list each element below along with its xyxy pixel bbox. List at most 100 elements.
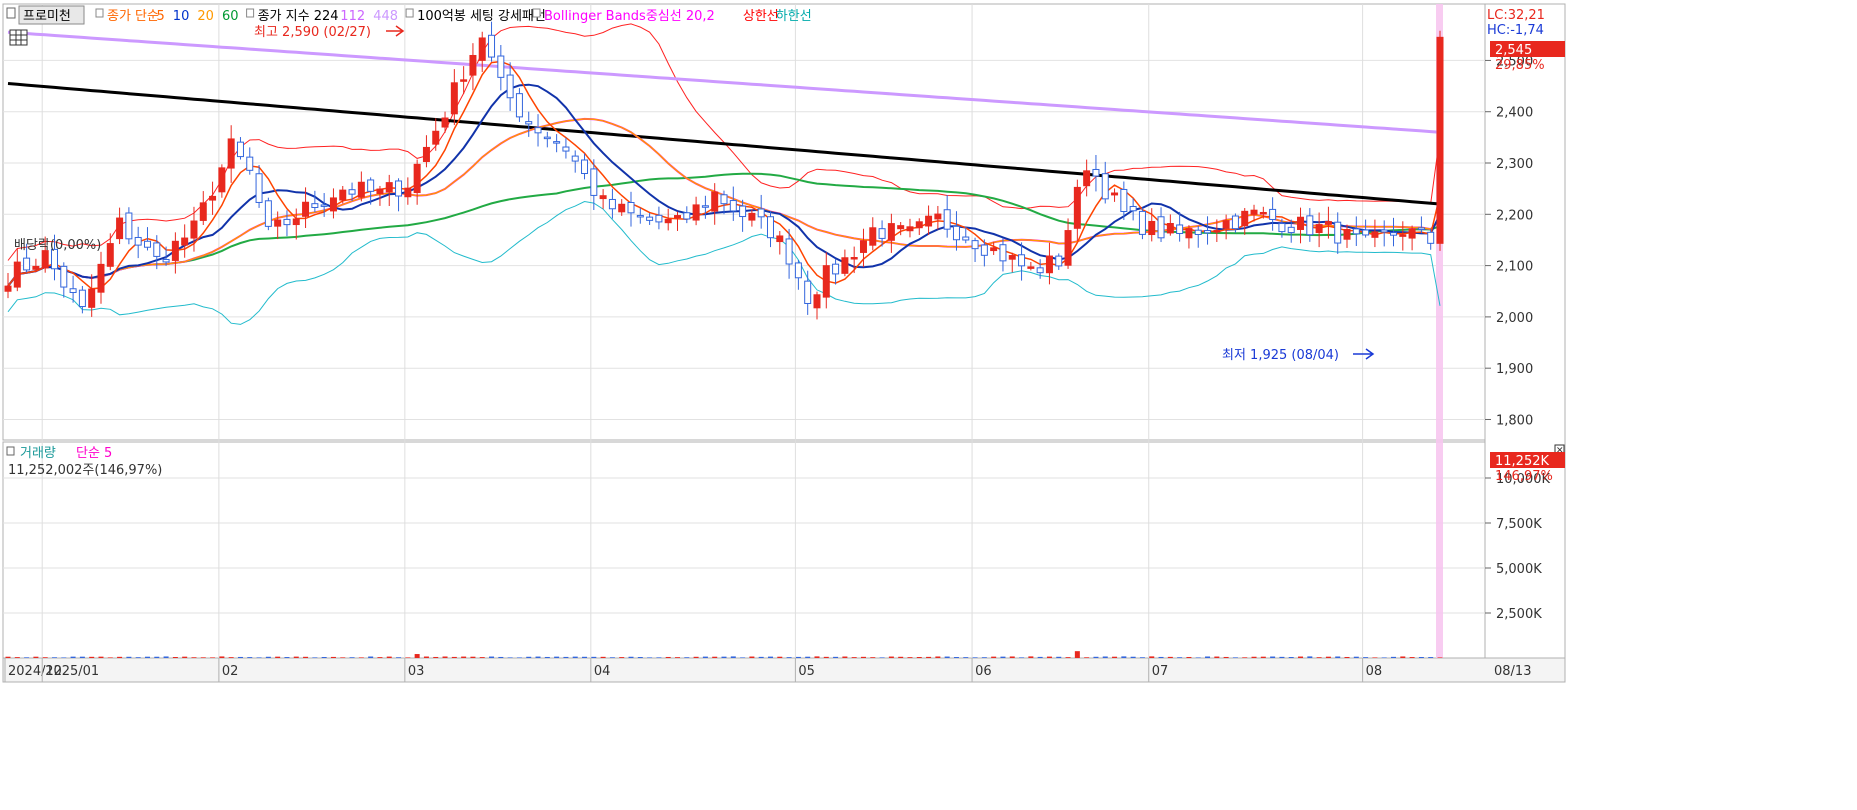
candle-body (506, 74, 514, 99)
volume-panel-frame (2, 441, 1486, 659)
candle-body (748, 212, 756, 221)
candle-body (199, 202, 207, 221)
candle-body (571, 155, 579, 162)
price-tick-label: 2,400 (1496, 106, 1533, 121)
candle-body (878, 228, 886, 239)
candle-body (422, 146, 430, 163)
volume-bar (1381, 657, 1387, 658)
volume-bar (647, 657, 653, 658)
current-price-label: 2,545 (1495, 43, 1532, 58)
volume-bar (870, 657, 876, 658)
volume-bar (470, 656, 476, 658)
candle-body (1138, 210, 1146, 235)
candle-body (627, 201, 635, 214)
current-change-label: 29,85% (1495, 58, 1545, 73)
volume-bar (247, 657, 253, 658)
candle-body (460, 79, 468, 82)
low-annotation: 최저 1,925 (08/04) (1222, 348, 1339, 363)
volume-bar (591, 656, 597, 658)
candle-body (1194, 229, 1202, 235)
legend-item: Bollinger Bands중심선 20,2 (544, 9, 715, 24)
volume-bar (42, 657, 48, 658)
volume-bar (182, 656, 188, 658)
volume-bar (1242, 657, 1248, 658)
dividend-label: 배당락(0,00%) (14, 238, 101, 253)
table-icon[interactable] (9, 29, 28, 46)
volume-bar (1149, 656, 1155, 658)
month-label: 08 (1366, 664, 1383, 679)
volume-bar (368, 656, 374, 658)
candle-body (357, 181, 365, 198)
volume-bar (1139, 657, 1145, 658)
candle-body (320, 204, 328, 207)
candle-body (1064, 230, 1072, 266)
volume-bar (210, 657, 216, 658)
candle-body (413, 163, 421, 194)
candle-body (376, 188, 384, 194)
volume-bar (1223, 656, 1229, 658)
settings-icon[interactable] (6, 7, 16, 19)
candle-body (962, 236, 970, 241)
legend-toggle-icon (95, 8, 104, 18)
volume-bar (1260, 656, 1266, 658)
indicator-legend[interactable]: 종가 단순5 10 20 60 종가 지수 224 112 448 100억봉 세팅 강세패턴… (95, 8, 812, 24)
candle-body (283, 218, 291, 226)
volume-bar (489, 656, 495, 658)
volume-bar (1298, 656, 1304, 658)
candle-body (618, 203, 626, 213)
stock-chart[interactable]: 1,800 1,900 2,000 2,100 2,200 2,300 2,400 2,500… (0, 0, 1568, 685)
candle-body (134, 236, 142, 246)
volume-bar (423, 656, 429, 658)
candle-body (1436, 36, 1444, 244)
candle-body (97, 263, 105, 293)
volume-info: 11,252,002주(146,97%) (8, 463, 162, 478)
candle-body (488, 34, 496, 58)
candle-body (646, 216, 654, 221)
candle-body (1269, 208, 1277, 220)
volume-bar (396, 657, 402, 658)
volume-bar (442, 656, 448, 658)
candle-body (88, 288, 96, 308)
volume-bar (1019, 657, 1025, 658)
volume-bar (479, 657, 485, 658)
candle-body (1371, 231, 1379, 238)
volume-bar (619, 657, 625, 658)
volume-bar (24, 657, 30, 658)
volume-bar (758, 656, 764, 658)
legend-item: 하한선 (776, 9, 812, 24)
volume-bar (377, 657, 383, 658)
candle-body (143, 240, 151, 248)
candle-body (1176, 224, 1184, 234)
candle-body (78, 289, 86, 308)
candle-body (1166, 222, 1174, 234)
volume-settings-icon[interactable] (6, 446, 15, 456)
volume-bar (516, 657, 522, 658)
legend-toggle-icon (246, 8, 255, 18)
volume-bar (1344, 656, 1350, 658)
volume-bar (1195, 657, 1201, 658)
volume-bar (786, 657, 792, 658)
volume-bar (1130, 656, 1136, 658)
candle-body (1111, 192, 1119, 196)
volume-bar (358, 657, 364, 658)
volume-bar (191, 657, 197, 658)
volume-bar (1186, 656, 1192, 658)
candle-body (162, 258, 170, 263)
lc-label: LC:32,21 (1487, 8, 1545, 23)
legend-item: 상한선 (743, 9, 779, 24)
volume-bar (98, 656, 104, 658)
volume-bar (1102, 656, 1108, 658)
candle-body (478, 37, 486, 61)
candle-body (106, 243, 114, 267)
candle-body (125, 212, 133, 240)
candle-body (1352, 228, 1360, 235)
hc-label: HC:-1,74 (1487, 23, 1544, 38)
candle-body (23, 257, 31, 271)
candle-body (1380, 229, 1388, 233)
volume-bar (163, 656, 169, 658)
candle-body (1324, 221, 1332, 225)
candle-body (1213, 230, 1221, 233)
candle-body (4, 285, 12, 292)
candle-body (655, 214, 663, 223)
volume-bar (1093, 656, 1099, 658)
